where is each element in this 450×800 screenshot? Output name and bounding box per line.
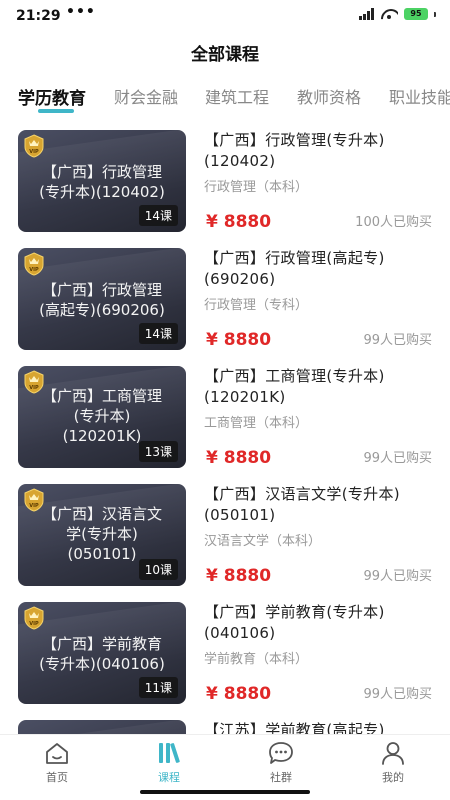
status-icons: 95 [359, 8, 436, 20]
course-subtitle: 学前教育（本科） [204, 652, 309, 667]
course-info: 【广西】学前教育(专升本)(040106) 学前教育（本科） ¥ 8880 99… [204, 602, 440, 704]
course-card[interactable]: VIP 【广西】汉语言文 学(专升本) (050101) 10课 【广西】汉语言… [0, 484, 450, 602]
thumbnail-text-line: 【广西】工商管理 [41, 387, 162, 405]
course-thumbnail[interactable]: VIP 【广西】汉语言文 学(专升本) (050101) 10课 [18, 484, 186, 586]
thumbnail-text-line: 学(专升本) [66, 525, 138, 543]
lesson-count-badge: 14课 [138, 205, 178, 226]
course-card[interactable]: VIP 【广西】行政管理 (专升本)(120402) 14课 【广西】行政管理(… [0, 130, 450, 248]
course-card[interactable]: VIP 【广西】学前教育 (专升本)(040106) 11课 【广西】学前教育(… [0, 602, 450, 720]
courses-icon [159, 743, 180, 763]
tab-indicator [38, 109, 74, 113]
nav-label: 我的 [382, 771, 404, 784]
thumbnail-text-line: (专升本)(040106) [39, 655, 165, 673]
tab-construction-engineering[interactable]: 建筑工程 [205, 84, 269, 108]
lesson-count-badge: 14课 [138, 323, 178, 344]
signal-icon [359, 8, 374, 20]
vip-badge-icon: VIP [24, 134, 44, 158]
purchase-count: 99人已购买 [363, 569, 432, 584]
lesson-count-badge: 11课 [138, 677, 178, 698]
nav-community[interactable]: 社群 [251, 741, 311, 785]
thumbnail-text-line: (专升本) [73, 407, 131, 425]
course-thumbnail[interactable]: VIP 【广西】行政管理 (高起专)(690206) 14课 [18, 248, 186, 350]
course-price: ¥ 8880 [206, 566, 272, 586]
course-info: 【江苏】学前教育(高起专) [204, 720, 440, 734]
course-thumbnail[interactable]: VIP 【广西】学前教育 (专升本)(040106) 11课 [18, 602, 186, 704]
lesson-count-badge: 10课 [138, 559, 178, 580]
purchase-count: 100人已购买 [355, 215, 432, 230]
status-dots: ••• [66, 4, 96, 20]
thumbnail-text-line: 【广西】行政管理 [41, 281, 162, 299]
thumbnail-text-line: (专升本)(120402) [39, 183, 165, 201]
course-title[interactable]: 【广西】行政管理(高起专)(690206) [204, 248, 440, 290]
nav-label: 社群 [270, 771, 292, 784]
course-subtitle: 工商管理（本科） [204, 416, 309, 431]
category-tabs: 学历教育 财会金融 建筑工程 教师资格 职业技能 [0, 80, 450, 120]
tab-teacher-qualification[interactable]: 教师资格 [297, 84, 361, 108]
tab-vocational-skills[interactable]: 职业技能 [389, 84, 450, 108]
course-info: 【广西】行政管理(专升本)(120402) 行政管理（本科） ¥ 8880 10… [204, 130, 440, 232]
home-icon [46, 743, 68, 764]
course-title[interactable]: 【江苏】学前教育(高起专) [204, 720, 440, 734]
lesson-count-badge: 13课 [138, 441, 178, 462]
purchase-count: 99人已购买 [363, 687, 432, 702]
purchase-count: 99人已购买 [363, 333, 432, 348]
thumbnail-text-line: 【广西】行政管理 [41, 163, 162, 181]
svg-text:VIP: VIP [29, 267, 39, 273]
nav-label: 首页 [46, 771, 68, 784]
course-thumbnail[interactable]: VIP 【广西】工商管理 (专升本) (120201K) 13课 [18, 366, 186, 468]
course-info: 【广西】工商管理(专升本)(120201K) 工商管理（本科） ¥ 8880 9… [204, 366, 440, 468]
course-info: 【广西】行政管理(高起专)(690206) 行政管理（专科） ¥ 8880 99… [204, 248, 440, 350]
course-info: 【广西】汉语言文学(专升本)(050101) 汉语言文学（本科） ¥ 8880 … [204, 484, 440, 586]
status-bar: 21:29 ••• 95 [0, 0, 450, 34]
thumbnail-text-line: 【广西】汉语言文 [41, 505, 162, 523]
nav-profile[interactable]: 我的 [363, 741, 423, 785]
course-price: ¥ 8880 [206, 684, 272, 704]
course-card[interactable]: VIP 【广西】行政管理 (高起专)(690206) 14课 【广西】行政管理(… [0, 248, 450, 366]
course-title[interactable]: 【广西】汉语言文学(专升本)(050101) [204, 484, 440, 526]
course-card[interactable]: 【江苏】学前教育(高起专) [0, 720, 450, 734]
course-card[interactable]: VIP 【广西】工商管理 (专升本) (120201K) 13课 【广西】工商管… [0, 366, 450, 484]
community-icon [269, 742, 293, 764]
course-price: ¥ 8880 [206, 212, 272, 232]
tab-finance-accounting[interactable]: 财会金融 [114, 84, 178, 108]
wifi-icon [380, 8, 398, 20]
course-thumbnail[interactable] [18, 720, 186, 734]
course-list[interactable]: VIP 【广西】行政管理 (专升本)(120402) 14课 【广西】行政管理(… [0, 130, 450, 734]
svg-text:VIP: VIP [29, 149, 39, 155]
course-subtitle: 汉语言文学（本科） [204, 534, 322, 549]
profile-icon [382, 742, 404, 765]
tab-academic-education[interactable]: 学历教育 [18, 84, 86, 109]
purchase-count: 99人已购买 [363, 451, 432, 466]
course-price: ¥ 8880 [206, 330, 272, 350]
course-title[interactable]: 【广西】行政管理(专升本)(120402) [204, 130, 440, 172]
thumbnail-text-line: (高起专)(690206) [39, 301, 165, 319]
battery-icon: 95 [404, 8, 428, 20]
course-subtitle: 行政管理（本科） [204, 180, 309, 195]
course-title[interactable]: 【广西】工商管理(专升本)(120201K) [204, 366, 440, 408]
page-title: 全部课程 [191, 45, 259, 65]
course-thumbnail[interactable]: VIP 【广西】行政管理 (专升本)(120402) 14课 [18, 130, 186, 232]
status-time: 21:29 [16, 8, 61, 24]
svg-text:VIP: VIP [29, 621, 39, 627]
nav-home[interactable]: 首页 [27, 741, 87, 785]
vip-badge-icon: VIP [24, 252, 44, 276]
nav-courses[interactable]: 课程 [139, 741, 199, 785]
home-indicator [140, 790, 310, 794]
course-title[interactable]: 【广西】学前教育(专升本)(040106) [204, 602, 440, 644]
course-price: ¥ 8880 [206, 448, 272, 468]
nav-label: 课程 [158, 771, 180, 784]
battery-tip [434, 11, 436, 17]
thumbnail-text-line: 【广西】学前教育 [41, 635, 162, 653]
course-subtitle: 行政管理（专科） [204, 298, 309, 313]
vip-badge-icon: VIP [24, 606, 44, 630]
